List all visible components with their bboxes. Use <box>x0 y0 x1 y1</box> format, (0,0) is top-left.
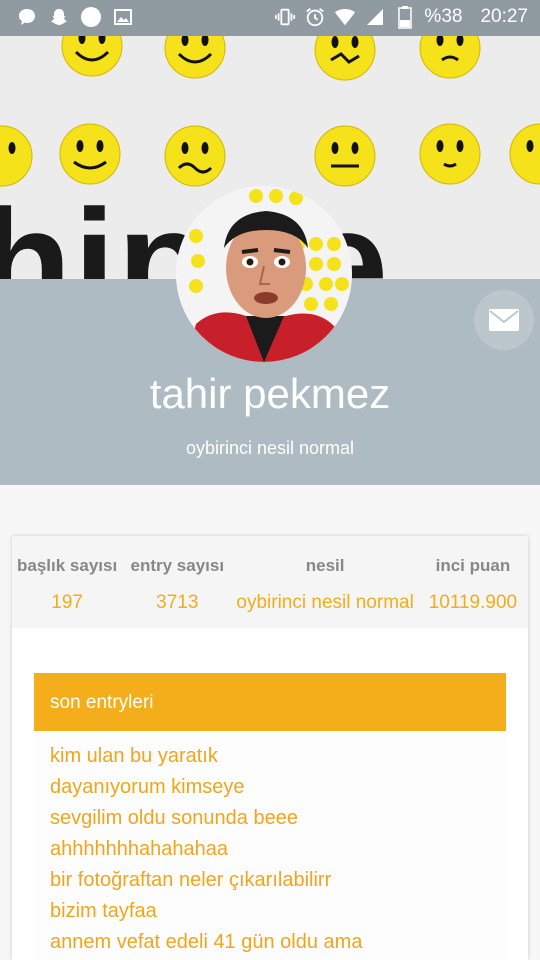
profile-card: başlık sayısı 197 entry sayısı 3713 nesi… <box>12 536 528 960</box>
user-generation: oybirinci nesil normal <box>185 438 355 458</box>
battery-icon <box>394 5 416 29</box>
entry-link[interactable]: bizim tayfaa <box>50 899 490 930</box>
stat-entry-count: entry sayısı 3713 <box>122 536 232 628</box>
stat-label: nesil <box>305 556 345 575</box>
stat-value: 10119.900 <box>428 592 518 613</box>
wifi-icon <box>334 5 356 29</box>
entry-link[interactable]: kim ulan bu yaratık <box>50 744 490 775</box>
stat-value: oybirinci nesil normal <box>236 592 414 613</box>
recent-entries-list: kim ulan bu yaratık dayanıyorum kimseye … <box>34 731 506 960</box>
stat-value: 197 <box>51 592 83 613</box>
status-bar: %38 20:27 <box>0 0 540 36</box>
message-button[interactable] <box>474 290 534 350</box>
username: tahir pekmez <box>149 370 391 417</box>
vibrate-icon <box>274 5 296 29</box>
entry-link[interactable]: bir fotoğraftan neler çıkarılabilirr <box>50 868 490 899</box>
entry-link[interactable]: dayanıyorum kimseye <box>50 775 490 806</box>
circle-notification-icon <box>80 6 102 28</box>
entry-link[interactable]: ahhhhhhhahahahaa <box>50 837 490 868</box>
stat-generation: nesil oybirinci nesil normal <box>232 536 417 628</box>
entry-link[interactable]: sevgilim oldu sonunda beee <box>50 806 490 837</box>
stat-points: inci puan 10119.900 <box>418 536 528 628</box>
signal-icon <box>364 5 386 29</box>
avatar[interactable] <box>176 186 352 362</box>
clock: 20:27 <box>480 6 528 27</box>
stat-value: 3713 <box>156 592 199 613</box>
snapchat-icon <box>48 6 70 28</box>
chat-notification-icon <box>16 6 38 28</box>
battery-percentage: %38 <box>424 6 463 27</box>
recent-entries-header: son entryleri <box>34 673 506 731</box>
stat-label: entry sayısı <box>130 556 225 575</box>
stat-label: inci puan <box>435 556 511 575</box>
envelope-icon <box>489 309 519 331</box>
stats-row: başlık sayısı 197 entry sayısı 3713 nesi… <box>12 536 528 628</box>
stat-label: başlık sayısı <box>17 556 118 575</box>
alarm-icon <box>304 5 326 29</box>
entry-link[interactable]: annem vefat edeli 41 gün oldu ama <box>50 930 490 960</box>
stat-title-count: başlık sayısı 197 <box>12 536 122 628</box>
image-notification-icon <box>112 6 134 28</box>
